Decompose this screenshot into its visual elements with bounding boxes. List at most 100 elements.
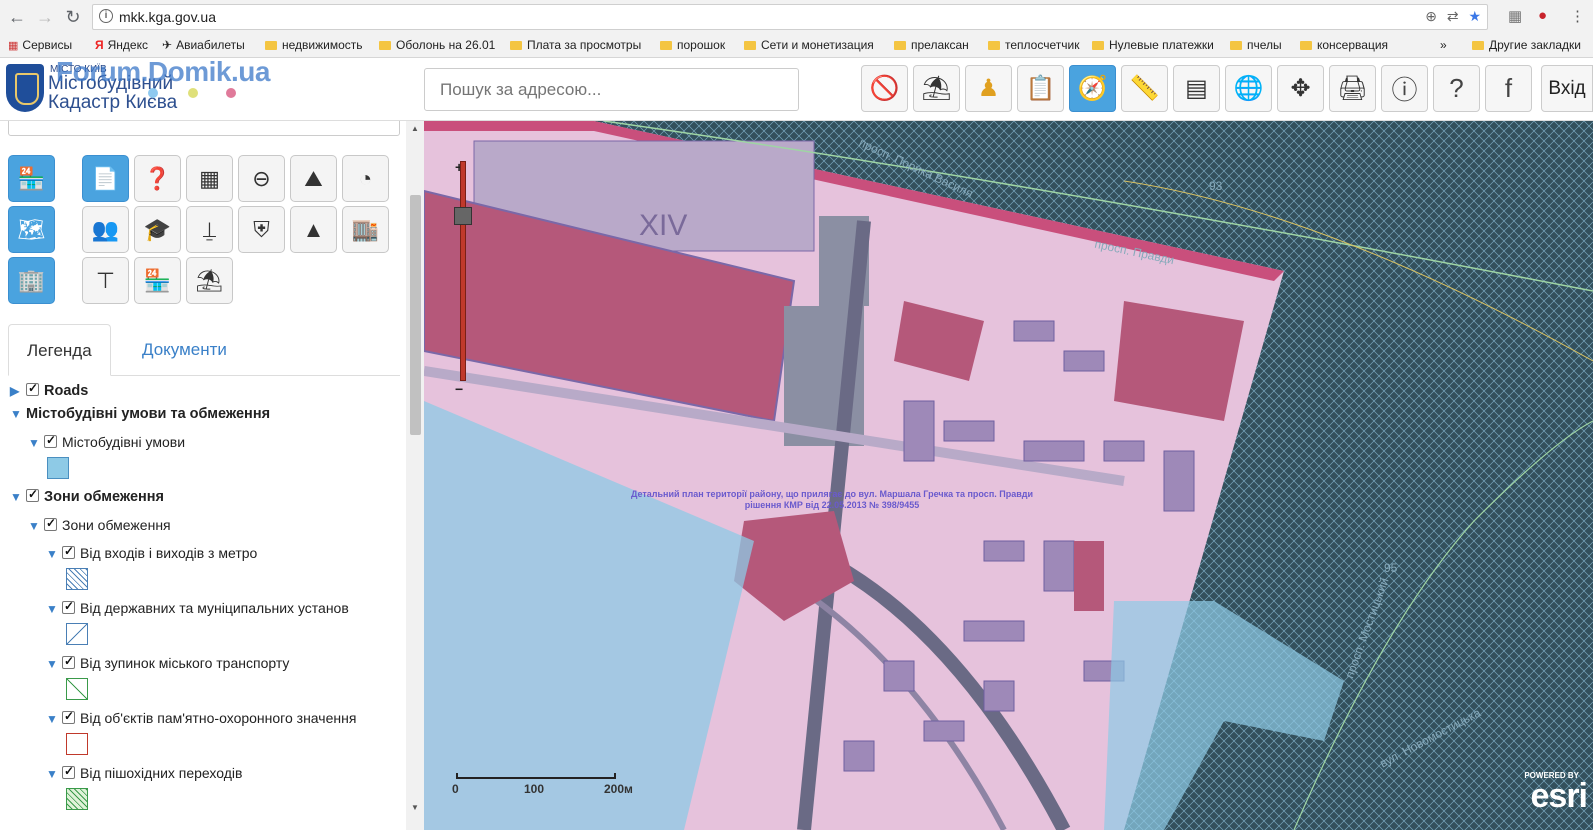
checkbox[interactable] <box>62 764 75 779</box>
zoom-handle[interactable] <box>454 207 472 225</box>
zoom-slider[interactable] <box>460 161 466 381</box>
layer-map-icon[interactable]: 🗺 <box>8 206 55 253</box>
layer-kiosk-icon[interactable]: 🏪 <box>134 257 181 304</box>
layer-store-icon[interactable]: 🏬 <box>342 206 389 253</box>
bookmark-yandex[interactable]: Я Яндекс <box>95 38 148 52</box>
panel-search-field[interactable] <box>8 121 400 136</box>
address-bar[interactable]: i mkk.kga.gov.ua ⊕ ⇄ ★ <box>92 4 1488 30</box>
layer-satellite-icon[interactable]: ◔ <box>342 155 389 202</box>
layer-grid-icon[interactable]: ▦ <box>186 155 233 202</box>
bookmark-folder[interactable]: теплосчетчик <box>988 38 1079 52</box>
checkbox[interactable] <box>44 433 57 448</box>
bookmark-folder[interactable]: пчелы <box>1230 38 1282 52</box>
chevron-down-icon[interactable]: ▼ <box>46 547 62 561</box>
pinterest-icon[interactable]: ● <box>1538 7 1547 24</box>
no-bus-icon[interactable]: 🚫 <box>861 65 908 112</box>
help-icon[interactable]: ? <box>1433 65 1480 112</box>
chevron-down-icon[interactable]: ▼ <box>46 767 62 781</box>
tab-legend[interactable]: Легенда <box>8 324 111 376</box>
zoom-out-icon[interactable]: − <box>455 381 463 397</box>
menu-icon[interactable]: ⋮ <box>1570 7 1585 25</box>
info-icon[interactable]: i <box>99 9 113 23</box>
checkbox[interactable] <box>62 709 75 724</box>
back-icon[interactable]: ← <box>6 6 28 28</box>
layers-tree-icon[interactable]: ▤ <box>1173 65 1220 112</box>
panel-scrollbar[interactable]: ▲ ▼ <box>406 121 424 830</box>
scroll-down-icon[interactable]: ▼ <box>411 803 419 812</box>
zoom-icon[interactable]: ⊕ <box>1425 8 1437 24</box>
legend-item-state[interactable]: ▼ Від державних та муніципальних установ <box>46 599 349 616</box>
layer-restricted-icon[interactable]: ⊖ <box>238 155 285 202</box>
legend-item-metro[interactable]: ▼ Від входів і виходів з метро <box>46 544 257 561</box>
bookmark-folder[interactable]: Сети и монетизация <box>744 38 874 52</box>
tab-documents[interactable]: Документи <box>124 324 245 376</box>
checkbox[interactable] <box>62 599 75 614</box>
bookmark-folder[interactable]: прелаксан <box>894 38 969 52</box>
ruler-icon[interactable]: 📏 <box>1121 65 1168 112</box>
login-button[interactable]: Вхід <box>1541 65 1593 112</box>
legend-group-restrictions[interactable]: ▼ Зони обмеження <box>10 487 164 505</box>
pegman-icon[interactable]: ♟ <box>965 65 1012 112</box>
legend-group-urban[interactable]: ▼ Містобудівні умови та обмеження <box>10 406 270 422</box>
globe-pin-icon[interactable]: 🌐 <box>1225 65 1272 112</box>
bookmark-star-icon[interactable]: ★ <box>1468 8 1481 24</box>
bookmarks-more[interactable]: » <box>1440 38 1447 52</box>
translate-icon[interactable]: ⇄ <box>1447 8 1459 24</box>
chevron-down-icon[interactable]: ▼ <box>46 712 62 726</box>
info-circle-icon[interactable]: ⓘ <box>1381 65 1428 112</box>
scroll-up-icon[interactable]: ▲ <box>411 124 419 133</box>
layer-documents-icon[interactable]: 📄 <box>82 155 129 202</box>
chevron-right-icon[interactable]: ▶ <box>10 384 26 398</box>
chevron-down-icon[interactable]: ▼ <box>10 407 26 421</box>
extension-icon[interactable]: ▦ <box>1508 7 1522 25</box>
layer-shop-icon[interactable]: 🏪 <box>8 155 55 202</box>
printer-icon[interactable]: 🖨 <box>1329 65 1376 112</box>
facebook-icon[interactable]: f <box>1485 65 1532 112</box>
legend-item-urban-conditions[interactable]: ▼ Містобудівні умови <box>28 433 185 450</box>
checkbox[interactable] <box>44 516 57 531</box>
layer-unknown-icon[interactable]: ❓ <box>134 155 181 202</box>
address-search-input[interactable] <box>424 68 799 111</box>
umbrella-table-icon[interactable]: ⛱ <box>913 65 960 112</box>
fullscreen-icon[interactable]: ✥ <box>1277 65 1324 112</box>
clipboard-icon[interactable]: 📋 <box>1017 65 1064 112</box>
legend-item-transport[interactable]: ▼ Від зупинок міського транспорту <box>46 654 289 671</box>
layer-terrain-icon[interactable]: ⛰ <box>290 155 337 202</box>
chevron-down-icon[interactable]: ▼ <box>28 519 44 533</box>
map-view[interactable]: XIV просп. Порика Василя просп. Правди в… <box>424 121 1593 830</box>
bookmark-other[interactable]: Другие закладки <box>1472 38 1581 52</box>
layer-cafe-icon[interactable]: ⛱ <box>186 257 233 304</box>
legend-item-crossings[interactable]: ▼ Від пішохідних переходів <box>46 764 242 781</box>
checkbox[interactable] <box>26 381 39 396</box>
chevron-down-icon[interactable]: ▼ <box>10 490 26 504</box>
bookmark-folder[interactable]: недвижимость <box>265 38 363 52</box>
bookmark-folder[interactable]: Нулевые платежки <box>1092 38 1214 52</box>
scroll-thumb[interactable] <box>410 195 421 435</box>
chevron-down-icon[interactable]: ▼ <box>46 657 62 671</box>
legend-item-restrictions[interactable]: ▼ Зони обмеження <box>28 516 171 533</box>
kyiv-coat-of-arms-icon[interactable] <box>6 64 44 112</box>
bookmark-folder[interactable]: Оболонь на 26.01 <box>379 38 495 52</box>
chevron-down-icon[interactable]: ▼ <box>28 436 44 450</box>
chevron-down-icon[interactable]: ▼ <box>46 602 62 616</box>
checkbox[interactable] <box>26 487 39 502</box>
bookmark-aviabilety[interactable]: ✈ Авиабилеты <box>162 38 245 52</box>
bookmark-services[interactable]: ▦ Сервисы <box>8 38 72 52</box>
layer-triangle-icon[interactable]: ▲ <box>290 206 337 253</box>
legend-item-roads[interactable]: ▶ Roads <box>10 381 88 399</box>
checkbox[interactable] <box>62 544 75 559</box>
bookmark-folder[interactable]: Плата за просмотры <box>510 38 641 52</box>
bookmark-folder[interactable]: консервация <box>1300 38 1388 52</box>
reload-icon[interactable]: ↻ <box>62 6 84 28</box>
compass-icon[interactable]: 🧭 <box>1069 65 1116 112</box>
layer-monument-icon[interactable]: ⍊ <box>186 206 233 253</box>
layer-people-icon[interactable]: 👥 <box>82 206 129 253</box>
legend-item-monuments[interactable]: ▼ Від об'єктів пам'ятно-охоронного значен… <box>46 709 356 726</box>
layer-building-icon[interactable]: 🏢 <box>8 257 55 304</box>
detailed-plan-label[interactable]: Детальний план території району, що прил… <box>602 489 1062 511</box>
layer-billboard-icon[interactable]: ⊤ <box>82 257 129 304</box>
bookmark-folder[interactable]: порошок <box>660 38 725 52</box>
forward-icon[interactable]: → <box>34 6 56 28</box>
layer-police-icon[interactable]: ⛨ <box>238 206 285 253</box>
esri-logo[interactable]: esri <box>1531 777 1588 816</box>
